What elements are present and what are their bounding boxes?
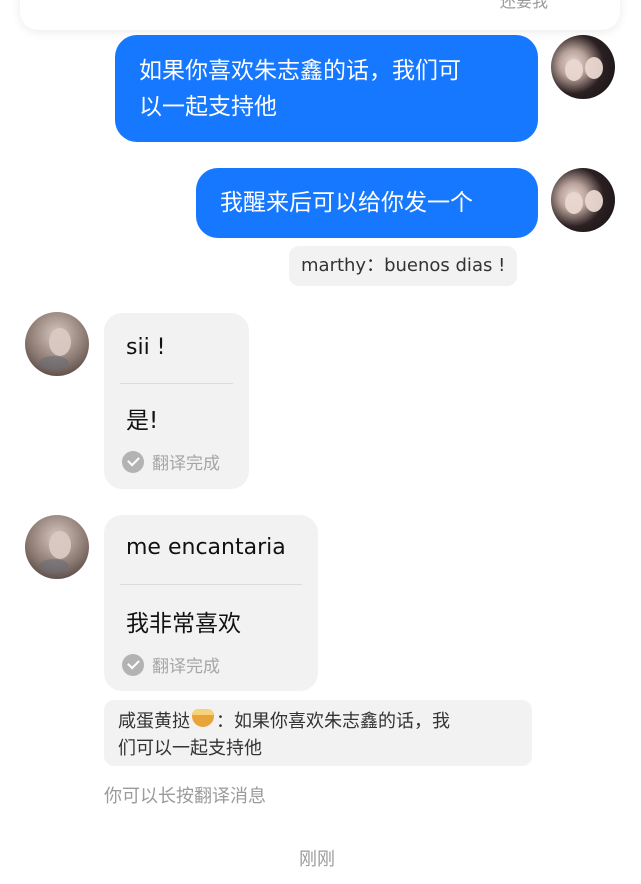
translation-status-label: 翻译完成 bbox=[152, 454, 220, 474]
avatar-contact[interactable] bbox=[25, 312, 89, 376]
message-2-text: 我醒来后可以给你发一个 bbox=[220, 190, 473, 216]
translate-hint: 你可以长按翻译消息 bbox=[104, 786, 266, 807]
original-text: me encantaria bbox=[126, 535, 286, 560]
check-circle-icon bbox=[122, 653, 144, 676]
avatar-contact[interactable] bbox=[25, 515, 89, 579]
previous-message-card: 还要我 bbox=[20, 0, 620, 30]
avatar-self[interactable] bbox=[551, 35, 615, 99]
outgoing-message-2[interactable]: 我醒来后可以给你发一个 bbox=[196, 168, 538, 238]
original-text: sii ! bbox=[126, 335, 166, 360]
quoted-message-box[interactable]: 咸蛋黄挞 ：如果你喜欢朱志鑫的话，我 们可以一起支持他 bbox=[104, 700, 532, 766]
system-message-text: marthy：buenos dias ! bbox=[301, 255, 506, 276]
translated-text: 我非常喜欢 bbox=[126, 611, 241, 637]
previous-message-label: 还要我 bbox=[499, 0, 548, 11]
incoming-translated-message-1[interactable]: sii ! 是! 翻译完成 bbox=[104, 313, 249, 489]
quote-text-part-1: ：如果你喜欢朱志鑫的话，我 bbox=[216, 711, 450, 732]
system-message-pill: marthy：buenos dias ! bbox=[289, 246, 518, 286]
egg-tart-icon bbox=[192, 709, 214, 727]
quote-line-1: 咸蛋黄挞 ：如果你喜欢朱志鑫的话，我 bbox=[118, 708, 518, 735]
translation-divider bbox=[120, 383, 233, 384]
message-1-line-1: 如果你喜欢朱志鑫的话，我们可 bbox=[139, 58, 461, 84]
message-1-line-2: 以一起支持他 bbox=[139, 94, 277, 120]
check-circle-icon bbox=[122, 450, 144, 473]
translation-status-label: 翻译完成 bbox=[152, 657, 220, 677]
translation-status: 翻译完成 bbox=[122, 449, 220, 474]
translation-status: 翻译完成 bbox=[122, 652, 220, 677]
incoming-translated-message-2[interactable]: me encantaria 我非常喜欢 翻译完成 bbox=[104, 515, 318, 691]
avatar-self[interactable] bbox=[551, 168, 615, 232]
translation-divider bbox=[120, 584, 302, 585]
outgoing-message-1[interactable]: 如果你喜欢朱志鑫的话，我们可 以一起支持他 bbox=[115, 35, 538, 142]
timestamp: 刚刚 bbox=[299, 849, 335, 870]
quote-text-part-2: 们可以一起支持他 bbox=[118, 738, 262, 759]
quote-sender: 咸蛋黄挞 bbox=[118, 711, 190, 732]
translated-text: 是! bbox=[126, 408, 159, 434]
